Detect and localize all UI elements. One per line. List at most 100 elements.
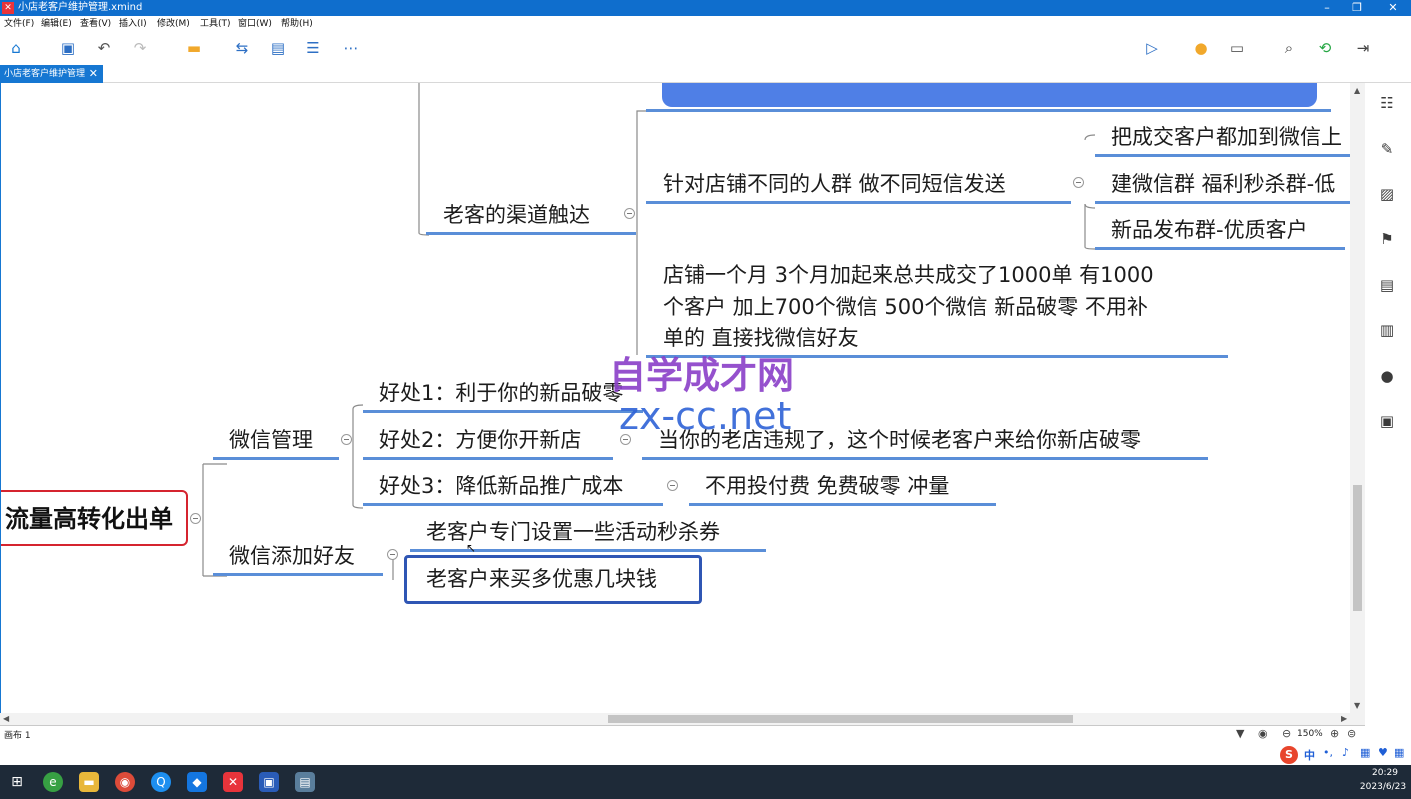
- scroll-up-icon[interactable]: ▲: [1354, 86, 1360, 95]
- collapse-root-icon[interactable]: [190, 513, 201, 524]
- save-icon[interactable]: ▣: [57, 38, 79, 58]
- branch-wechat-add[interactable]: 微信添加好友: [229, 542, 355, 570]
- idea-bulb-icon[interactable]: ●: [1190, 38, 1212, 58]
- feishu-icon[interactable]: ◆: [187, 772, 207, 792]
- clock-time[interactable]: 20:29: [1360, 767, 1410, 780]
- window-title: 小店老客户维护管理.xmind: [18, 2, 143, 13]
- horizontal-scroll-thumb[interactable]: [608, 715, 1073, 723]
- skin-icon[interactable]: ♥: [1378, 746, 1388, 759]
- image-icon[interactable]: ▨: [1377, 184, 1397, 204]
- home-icon[interactable]: ⌂: [5, 38, 27, 58]
- app-green-icon[interactable]: e: [43, 772, 63, 792]
- close-tab-icon[interactable]: ✕: [89, 65, 98, 83]
- file-explorer-icon[interactable]: ▬: [79, 772, 99, 792]
- scroll-right-icon[interactable]: ▶: [1341, 714, 1347, 723]
- redo-icon[interactable]: ↷: [129, 38, 151, 58]
- sms-child-2[interactable]: 建微信群 福利秒杀群-低: [1111, 170, 1335, 198]
- sms-child-2-underline: [1095, 201, 1350, 204]
- benefit-2[interactable]: 好处2：方便你开新店: [379, 426, 581, 454]
- minimize-button[interactable]: –: [1312, 0, 1342, 16]
- vertical-scroll-thumb[interactable]: [1353, 485, 1362, 611]
- format-brush-icon[interactable]: ✎: [1377, 139, 1397, 159]
- scroll-down-icon[interactable]: ▼: [1354, 701, 1360, 710]
- benefit-3-underline: [363, 503, 663, 506]
- menu-window[interactable]: 窗口(W): [238, 18, 272, 30]
- relationship-icon[interactable]: ⇆: [231, 38, 253, 58]
- filter-icon[interactable]: ▼: [1236, 727, 1244, 740]
- punctuation-icon[interactable]: •,: [1323, 746, 1333, 759]
- topic-sms[interactable]: 针对店铺不同的人群 做不同短信发送: [663, 170, 1006, 198]
- sms-child-1[interactable]: 把成交客户都加到微信上: [1111, 123, 1342, 151]
- search-icon[interactable]: ⌕: [1278, 38, 1300, 58]
- sheet-tab[interactable]: 画布 1: [4, 728, 31, 741]
- start-icon[interactable]: ⊞: [7, 772, 27, 792]
- menu-modify[interactable]: 修改(M): [157, 18, 190, 30]
- menu-help[interactable]: 帮助(H): [281, 18, 313, 30]
- share-icon[interactable]: ⟲: [1314, 38, 1336, 58]
- branch-channel[interactable]: 老客的渠道触达: [443, 201, 590, 229]
- collapse-benefit-3-icon[interactable]: [667, 480, 678, 491]
- maximize-button[interactable]: ❐: [1342, 0, 1372, 16]
- selected-topic[interactable]: 老客户来买多优惠几块钱: [404, 555, 702, 604]
- collapse-wechat-add-icon[interactable]: [387, 549, 398, 560]
- collapse-wechat-mgmt-icon[interactable]: [341, 434, 352, 445]
- benefit-3[interactable]: 好处3：降低新品推广成本: [379, 472, 623, 500]
- topic-icon[interactable]: ▬: [183, 38, 205, 58]
- vertical-scrollbar[interactable]: ▲ ▼: [1350, 83, 1365, 713]
- notes-icon[interactable]: ▥: [1377, 320, 1397, 340]
- task-icon[interactable]: ▣: [1377, 411, 1397, 431]
- outline-icon[interactable]: ☷: [1377, 93, 1397, 113]
- chrome-icon[interactable]: ◉: [115, 772, 135, 792]
- collapse-channel-icon[interactable]: [624, 208, 635, 219]
- menu-file[interactable]: 文件(F): [4, 18, 34, 30]
- notes-app-icon[interactable]: ▤: [295, 772, 315, 792]
- store-note-line-3[interactable]: 单的 直接找微信好友: [663, 324, 859, 352]
- ime-mode[interactable]: 中: [1304, 747, 1315, 763]
- benefit-3-note[interactable]: 不用投付费 免费破零 冲量: [705, 472, 949, 500]
- more-icon[interactable]: ⋯: [340, 38, 362, 58]
- marker-flag-icon[interactable]: ⚑: [1377, 229, 1397, 249]
- scroll-left-icon[interactable]: ◀: [3, 714, 9, 723]
- menu-insert[interactable]: 插入(I): [119, 18, 147, 30]
- toolbar: ⌂ ▣ ↶ ↷ ▬ ⇆ ▤ ☰ ⋯ ▷ ● ▭ ⌕ ⟲ ⇥: [0, 32, 1411, 64]
- mindmap-canvas[interactable]: 老客的渠道触达 针对店铺不同的人群 做不同短信发送 把成交客户都加到微信上 建微…: [0, 83, 1350, 713]
- sms-child-3[interactable]: 新品发布群-优质客户: [1111, 216, 1308, 244]
- tab-document[interactable]: 小店老客户维护管理 ✕: [0, 65, 103, 83]
- xmind-taskbar-icon[interactable]: ✕: [223, 772, 243, 792]
- boundary-icon[interactable]: ▤: [267, 38, 289, 58]
- keyboard-icon[interactable]: ▦: [1360, 746, 1370, 759]
- export-icon[interactable]: ⇥: [1352, 38, 1374, 58]
- menu-edit[interactable]: 编辑(E): [41, 18, 72, 30]
- undo-icon[interactable]: ↶: [93, 38, 115, 58]
- clock-date[interactable]: 2023/6/23: [1355, 781, 1411, 794]
- root-topic[interactable]: 流量高转化出单: [1, 490, 188, 546]
- zoom-in-icon[interactable]: ⊕: [1330, 727, 1339, 740]
- branch-wechat-add-underline: [213, 573, 383, 576]
- comment-icon[interactable]: ●: [1377, 366, 1397, 386]
- presentation-icon[interactable]: ▷: [1141, 38, 1163, 58]
- close-window-button[interactable]: ✕: [1378, 0, 1408, 16]
- store-note-line-1[interactable]: 店铺一个月 3个月加起来总共成交了1000单 有1000: [663, 261, 1154, 289]
- sogou-ime-icon[interactable]: S: [1280, 746, 1298, 764]
- text-style-icon[interactable]: ▤: [1377, 275, 1397, 295]
- horizontal-scrollbar[interactable]: ◀ ▶: [0, 713, 1365, 725]
- cut-off-topic[interactable]: [662, 83, 1317, 107]
- benefit-1[interactable]: 好处1：利于你的新品破零: [379, 379, 623, 407]
- zoom-out-icon[interactable]: ⊖: [1282, 727, 1291, 740]
- menu-view[interactable]: 查看(V): [80, 18, 111, 30]
- browser-q-icon[interactable]: Q: [151, 772, 171, 792]
- collapse-sms-icon[interactable]: [1073, 177, 1084, 188]
- menu-bar: 文件(F) 编辑(E) 查看(V) 插入(I) 修改(M) 工具(T) 窗口(W…: [0, 16, 1411, 32]
- zoom-level[interactable]: 150%: [1297, 729, 1323, 739]
- summary-icon[interactable]: ☰: [302, 38, 324, 58]
- voice-icon[interactable]: ♪: [1342, 746, 1349, 759]
- remote-desktop-icon[interactable]: ▣: [259, 772, 279, 792]
- root-topic-label: 流量高转化出单: [5, 505, 173, 533]
- store-note-line-2[interactable]: 个客户 加上700个微信 500个微信 新品破零 不用补: [663, 293, 1148, 321]
- branch-wechat-mgmt[interactable]: 微信管理: [229, 426, 313, 454]
- ime-menu-icon[interactable]: ▦: [1394, 746, 1404, 759]
- gantt-icon[interactable]: ▭: [1226, 38, 1248, 58]
- menu-tools[interactable]: 工具(T): [200, 18, 231, 30]
- fit-icon[interactable]: ⊜: [1347, 727, 1356, 740]
- eye-icon[interactable]: ◉: [1258, 727, 1268, 740]
